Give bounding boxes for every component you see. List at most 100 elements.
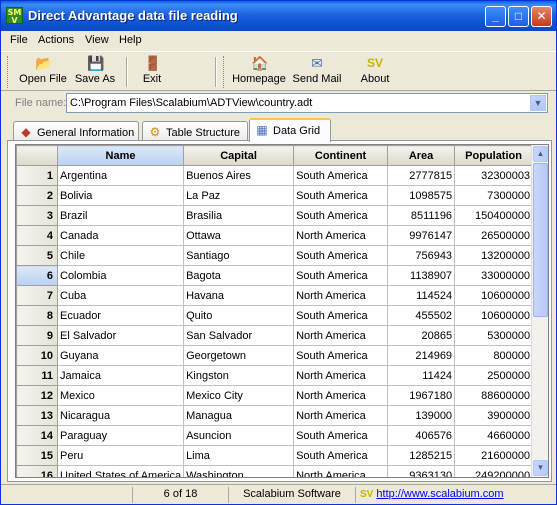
minimize-button[interactable]: _ bbox=[485, 6, 506, 27]
website-link[interactable]: http://www.scalabium.com bbox=[376, 488, 503, 500]
column-header-population[interactable]: Population bbox=[454, 145, 534, 166]
cell-name[interactable]: Jamaica bbox=[56, 365, 185, 386]
cell-continent[interactable]: South America bbox=[293, 345, 389, 366]
cell-continent[interactable]: South America bbox=[293, 165, 389, 186]
homepage-button[interactable]: 🏠 Homepage bbox=[232, 55, 286, 91]
cell-capital[interactable]: Bagota bbox=[183, 265, 295, 286]
grid-corner[interactable] bbox=[16, 145, 58, 166]
table-row[interactable]: 15 Peru Lima South America 1285215 21600000 bbox=[16, 445, 534, 466]
cell-capital[interactable]: San Salvador bbox=[183, 325, 295, 346]
cell-area[interactable]: 1138907 bbox=[387, 265, 456, 286]
cell-capital[interactable]: Quito bbox=[183, 305, 295, 326]
table-row[interactable]: 13 Nicaragua Managua North America 139000 390… bbox=[16, 405, 534, 426]
cell-area[interactable]: 1098575 bbox=[387, 185, 456, 206]
table-row[interactable]: 8 Ecuador Quito South America 455502 10600000 bbox=[16, 305, 534, 326]
cell-area[interactable]: 1967180 bbox=[387, 385, 456, 406]
cell-population[interactable]: 800000 bbox=[454, 345, 534, 366]
row-number[interactable]: 1 bbox=[16, 165, 58, 186]
cell-capital[interactable]: Washington bbox=[183, 465, 295, 477]
menu-help[interactable]: Help bbox=[119, 34, 142, 46]
cell-capital[interactable]: Kingston bbox=[183, 365, 295, 386]
table-row[interactable]: 14 Paraguay Asuncion South America 406576 466… bbox=[16, 425, 534, 446]
cell-continent[interactable]: North America bbox=[293, 325, 389, 346]
cell-area[interactable]: 9363130 bbox=[387, 465, 456, 477]
cell-name[interactable]: Guyana bbox=[56, 345, 185, 366]
cell-name[interactable]: El Salvador bbox=[56, 325, 185, 346]
row-number[interactable]: 14 bbox=[16, 425, 58, 446]
cell-population[interactable]: 21600000 bbox=[454, 445, 534, 466]
table-row[interactable]: 16 United States of America Washington Nort… bbox=[16, 465, 534, 477]
scroll-thumb[interactable] bbox=[533, 163, 548, 317]
cell-area[interactable]: 2777815 bbox=[387, 165, 456, 186]
row-number[interactable]: 3 bbox=[16, 205, 58, 226]
row-number[interactable]: 15 bbox=[16, 445, 58, 466]
table-row[interactable]: 7 Cuba Havana North America 114524 10600000 bbox=[16, 285, 534, 306]
table-row[interactable]: 11 Jamaica Kingston North America 11424 25000… bbox=[16, 365, 534, 386]
cell-population[interactable]: 5300000 bbox=[454, 325, 534, 346]
row-number[interactable]: 9 bbox=[16, 325, 58, 346]
open-file-button[interactable]: 📂 Open File bbox=[17, 55, 69, 91]
row-number[interactable]: 12 bbox=[16, 385, 58, 406]
cell-continent[interactable]: South America bbox=[293, 445, 389, 466]
row-number[interactable]: 6 bbox=[16, 265, 58, 286]
row-number[interactable]: 7 bbox=[16, 285, 58, 306]
cell-capital[interactable]: La Paz bbox=[183, 185, 295, 206]
file-name-combo[interactable]: C:\Program Files\Scalabium\ADTView\count… bbox=[66, 93, 548, 113]
exit-button[interactable]: 🚪 Exit bbox=[137, 55, 167, 91]
cell-area[interactable]: 114524 bbox=[387, 285, 456, 306]
cell-continent[interactable]: North America bbox=[293, 285, 389, 306]
table-row[interactable]: 2 Bolivia La Paz South America 1098575 730000… bbox=[16, 185, 534, 206]
cell-name[interactable]: United States of America bbox=[56, 465, 185, 477]
cell-name[interactable]: Paraguay bbox=[56, 425, 185, 446]
cell-population[interactable]: 88600000 bbox=[454, 385, 534, 406]
row-number[interactable]: 2 bbox=[16, 185, 58, 206]
cell-name[interactable]: Brazil bbox=[56, 205, 185, 226]
cell-continent[interactable]: North America bbox=[293, 365, 389, 386]
cell-population[interactable]: 4660000 bbox=[454, 425, 534, 446]
cell-continent[interactable]: South America bbox=[293, 185, 389, 206]
cell-area[interactable]: 139000 bbox=[387, 405, 456, 426]
table-row[interactable]: 5 Chile Santiago South America 756943 1320000… bbox=[16, 245, 534, 266]
menu-actions[interactable]: Actions bbox=[38, 34, 74, 46]
column-header-area[interactable]: Area bbox=[387, 145, 456, 166]
row-number[interactable]: 10 bbox=[16, 345, 58, 366]
cell-continent[interactable]: South America bbox=[293, 265, 389, 286]
tab-table-structure[interactable]: ⚙ Table Structure bbox=[142, 121, 248, 141]
cell-area[interactable]: 8511196 bbox=[387, 205, 456, 226]
cell-continent[interactable]: South America bbox=[293, 305, 389, 326]
cell-continent[interactable]: South America bbox=[293, 425, 389, 446]
cell-name[interactable]: Canada bbox=[56, 225, 185, 246]
cell-area[interactable]: 756943 bbox=[387, 245, 456, 266]
row-number[interactable]: 11 bbox=[16, 365, 58, 386]
data-grid[interactable]: Name Capital Continent Area Population 1… bbox=[15, 144, 549, 478]
table-row[interactable]: 4 Canada Ottawa North America 9976147 2650000… bbox=[16, 225, 534, 246]
cell-continent[interactable]: South America bbox=[293, 205, 389, 226]
cell-continent[interactable]: North America bbox=[293, 225, 389, 246]
about-button[interactable]: SV About bbox=[358, 55, 392, 91]
table-row[interactable]: 1 Argentina Buenos Aires South America 27778… bbox=[16, 165, 534, 186]
cell-name[interactable]: Peru bbox=[56, 445, 185, 466]
scroll-down-icon[interactable]: ▼ bbox=[533, 460, 548, 476]
table-row[interactable]: 6 Colombia Bagota South America 1138907 33000… bbox=[16, 265, 534, 286]
table-row[interactable]: 3 Brazil Brasilia South America 8511196 15040… bbox=[16, 205, 534, 226]
maximize-button[interactable]: □ bbox=[508, 6, 529, 27]
cell-population[interactable]: 3900000 bbox=[454, 405, 534, 426]
column-header-continent[interactable]: Continent bbox=[293, 145, 389, 166]
cell-capital[interactable]: Lima bbox=[183, 445, 295, 466]
cell-population[interactable]: 26500000 bbox=[454, 225, 534, 246]
cell-population[interactable]: 7300000 bbox=[454, 185, 534, 206]
cell-capital[interactable]: Buenos Aires bbox=[183, 165, 295, 186]
cell-area[interactable]: 455502 bbox=[387, 305, 456, 326]
column-header-capital[interactable]: Capital bbox=[183, 145, 295, 166]
scroll-up-icon[interactable]: ▲ bbox=[533, 146, 548, 162]
column-header-name[interactable]: Name bbox=[56, 145, 185, 166]
cell-population[interactable]: 10600000 bbox=[454, 305, 534, 326]
cell-capital[interactable]: Managua bbox=[183, 405, 295, 426]
tab-general-information[interactable]: ◆ General Information bbox=[13, 121, 139, 141]
menu-view[interactable]: View bbox=[85, 34, 109, 46]
cell-continent[interactable]: North America bbox=[293, 405, 389, 426]
row-number[interactable]: 13 bbox=[16, 405, 58, 426]
menu-file[interactable]: File bbox=[10, 34, 28, 46]
cell-name[interactable]: Nicaragua bbox=[56, 405, 185, 426]
send-mail-button[interactable]: ✉ Send Mail bbox=[292, 55, 342, 91]
